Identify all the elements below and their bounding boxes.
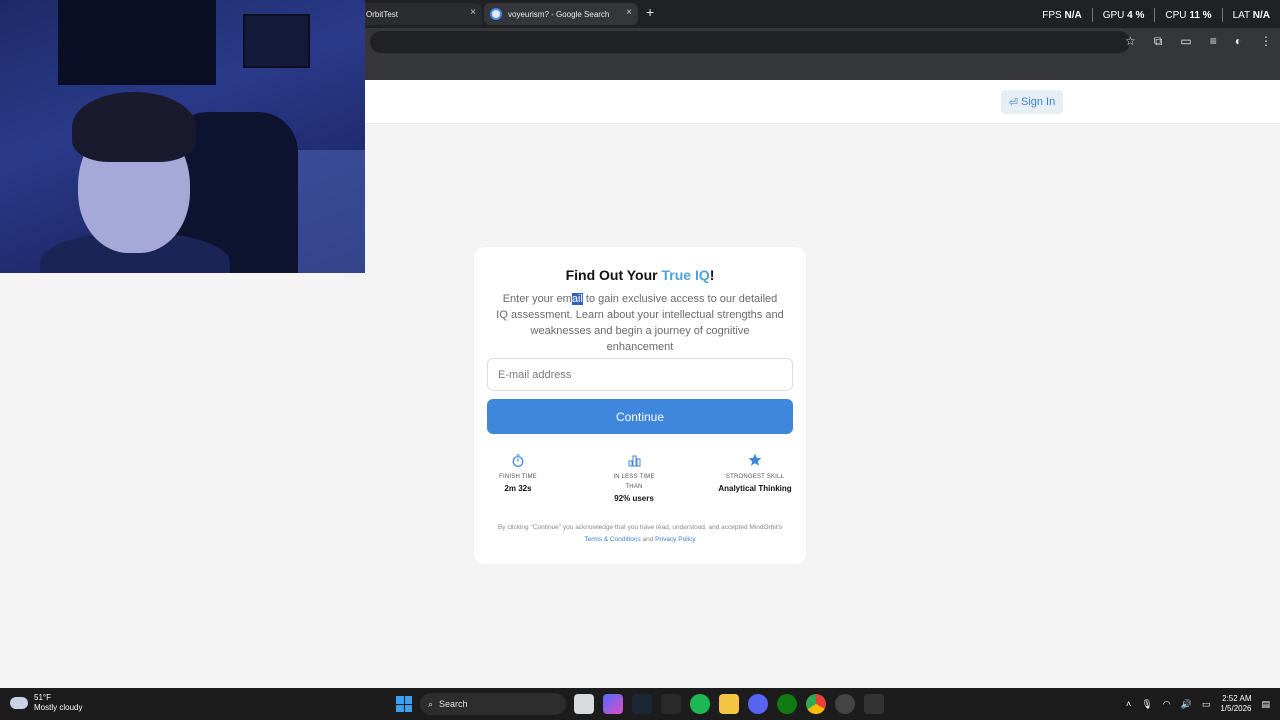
tab-title: OrbitTest [366,9,399,19]
profile-icon[interactable]: ◐ [1235,34,1242,49]
stat-value: 92% users [614,494,654,503]
clock-time: 2:52 AM [1222,694,1252,703]
close-tab-icon[interactable]: × [470,7,476,18]
weather-temp: 51°F [34,693,51,702]
star-icon [710,452,800,468]
stat-label: FINISH TIME [499,474,537,480]
weather-text: 51°F Mostly cloudy [34,693,82,713]
cloud-icon [10,691,28,709]
legal-notice: By clicking "Continue" you acknowledge t… [497,524,783,543]
iq-signup-card: Find Out Your True IQ! Enter your email … [474,247,806,564]
stopwatch-icon [488,452,548,468]
copilot-icon[interactable] [603,694,623,714]
webcam-person-hair [72,92,196,162]
tab-orbittest[interactable]: OrbitTest × [360,3,482,25]
chevron-up-icon[interactable]: ˄ [1126,699,1131,709]
divider [1091,8,1093,22]
spotify-icon[interactable] [690,694,710,714]
search-label: Search [439,699,468,709]
taskbar-search[interactable]: ⌕ Search [420,693,566,715]
divider [1154,8,1156,22]
browser-toolbar: ☆ ⧉ ▭ ≡ ◐ ⋮ [1125,34,1272,49]
address-bar[interactable] [370,31,1130,53]
xbox-icon[interactable] [777,694,797,714]
stat-finish-time: FINISH TIME 2m 32s [488,452,548,493]
fps-readout: FPS N/A [1042,9,1082,21]
webcam-background-shape [58,0,216,85]
webcam-wall-picture [243,14,310,68]
media-icon[interactable]: ≡ [1210,34,1217,49]
microphone-icon[interactable]: 🎙 [1141,699,1152,710]
chrome-icon[interactable] [806,694,826,714]
new-tab-button[interactable]: + [646,4,654,20]
windows-start-icon[interactable] [396,696,412,712]
cpu-readout: CPU 11 % [1165,9,1212,21]
system-tray: ˄ 🎙 ◠ 🔊 ▭ 2:52 AM 1/5/2026 ▤ [1126,694,1270,714]
lat-readout: LAT N/A [1232,9,1270,21]
menu-icon[interactable]: ⋮ [1260,34,1272,49]
sign-in-button[interactable]: ⏎ Sign In [1001,90,1063,114]
steam-icon[interactable] [632,694,652,714]
stat-less-time: IN LESS TIME THAN 92% users [604,452,664,503]
clock-date: 1/5/2026 [1220,704,1252,713]
privacy-link[interactable]: Privacy Policy [655,536,695,543]
card-description: Enter your email to gain exclusive acces… [496,293,784,353]
volume-icon[interactable]: 🔊 [1181,699,1192,710]
epic-games-icon[interactable] [661,694,681,714]
task-view-icon[interactable] [574,694,594,714]
sign-in-label: Sign In [1020,96,1056,108]
tab-title: voyeurism? - Google Search [508,9,610,19]
epic-games-active-icon[interactable] [864,694,884,714]
google-favicon-icon [490,8,502,20]
stat-value: Analytical Thinking [718,484,792,493]
app-icon[interactable] [835,694,855,714]
stat-label: STRONGEST SKILL [725,474,785,480]
stat-value: 2m 32s [504,484,532,493]
bar-chart-icon [604,452,664,468]
performance-overlay: FPS N/A GPU 4 % CPU 11 % LAT N/A [1042,8,1270,22]
email-input[interactable] [487,358,793,391]
selected-text: ail [571,293,583,305]
battery-icon[interactable]: ▭ [1202,699,1211,710]
notification-icon[interactable]: ▤ [1261,699,1270,710]
discord-icon[interactable] [748,694,768,714]
taskbar-apps [574,694,884,714]
terms-link[interactable]: Terms & Conditions [584,536,640,543]
file-explorer-icon[interactable] [719,694,739,714]
weather-widget[interactable]: 51°F Mostly cloudy [10,691,82,713]
weather-desc: Mostly cloudy [34,703,83,712]
continue-button[interactable]: Continue [487,399,793,434]
wifi-icon[interactable]: ◠ [1163,699,1171,710]
title-accent: True IQ [661,267,710,283]
clock[interactable]: 2:52 AM 1/5/2026 [1220,694,1251,714]
webcam-overlay [0,0,365,273]
card-title: Find Out Your True IQ! [565,267,715,283]
tab-google-search[interactable]: voyeurism? - Google Search × [484,3,638,25]
divider [1221,8,1223,22]
extensions-icon[interactable]: ⧉ [1154,34,1163,49]
stat-label: IN LESS TIME THAN [613,474,655,490]
gpu-readout: GPU 4 % [1102,9,1145,21]
stat-strongest-skill: STRONGEST SKILL Analytical Thinking [710,452,800,493]
bookmark-star-icon[interactable]: ☆ [1125,34,1136,49]
windows-taskbar: 51°F Mostly cloudy ⌕ Search ˄ 🎙 ◠ 🔊 ▭ 2:… [0,688,1280,720]
cast-icon[interactable]: ▭ [1180,34,1191,49]
close-tab-icon[interactable]: × [626,7,632,18]
sign-in-icon: ⏎ [1008,96,1018,109]
search-icon: ⌕ [428,698,434,709]
